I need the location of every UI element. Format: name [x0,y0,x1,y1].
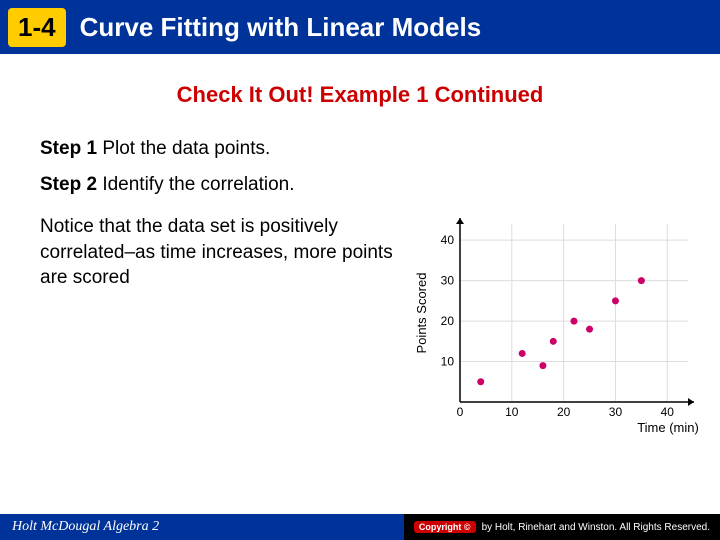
svg-text:30: 30 [441,274,455,288]
section-number-badge: 1-4 [8,8,66,47]
header-title: Curve Fitting with Linear Models [80,12,482,43]
svg-text:10: 10 [505,405,519,419]
svg-text:40: 40 [441,233,455,247]
body-row: Notice that the data set is positively c… [40,214,690,444]
svg-text:Time (min): Time (min) [637,420,699,435]
correlation-note: Notice that the data set is positively c… [40,214,410,291]
step-2: Step 2 Identify the correlation. [40,174,690,196]
step-1-text: Plot the data points. [102,138,270,159]
svg-text:30: 30 [609,405,623,419]
header-bar: 1-4 Curve Fitting with Linear Models [0,0,720,54]
step-1-label: Step 1 [40,138,97,159]
step-2-label: Step 2 [40,174,97,195]
svg-text:10: 10 [441,355,455,369]
copyright-bar: Copyright © by Holt, Rinehart and Winsto… [404,514,720,540]
page-subtitle: Check It Out! Example 1 Continued [0,82,720,108]
footer-book-title: Holt McDougal Algebra 2 [12,519,159,535]
svg-text:40: 40 [661,405,675,419]
svg-text:Points Scored: Points Scored [414,273,429,354]
step-2-text: Identify the correlation. [102,174,294,195]
step-1: Step 1 Plot the data points. [40,138,690,160]
svg-text:20: 20 [557,405,571,419]
svg-text:20: 20 [441,314,455,328]
svg-text:0: 0 [457,405,464,419]
copyright-text: by Holt, Rinehart and Winston. All Right… [482,522,710,533]
content-area: Step 1 Plot the data points. Step 2 Iden… [0,138,720,444]
copyright-badge: Copyright © [414,521,476,533]
scatter-chart: 01020304010203040Time (min)Points Scored [410,214,700,444]
